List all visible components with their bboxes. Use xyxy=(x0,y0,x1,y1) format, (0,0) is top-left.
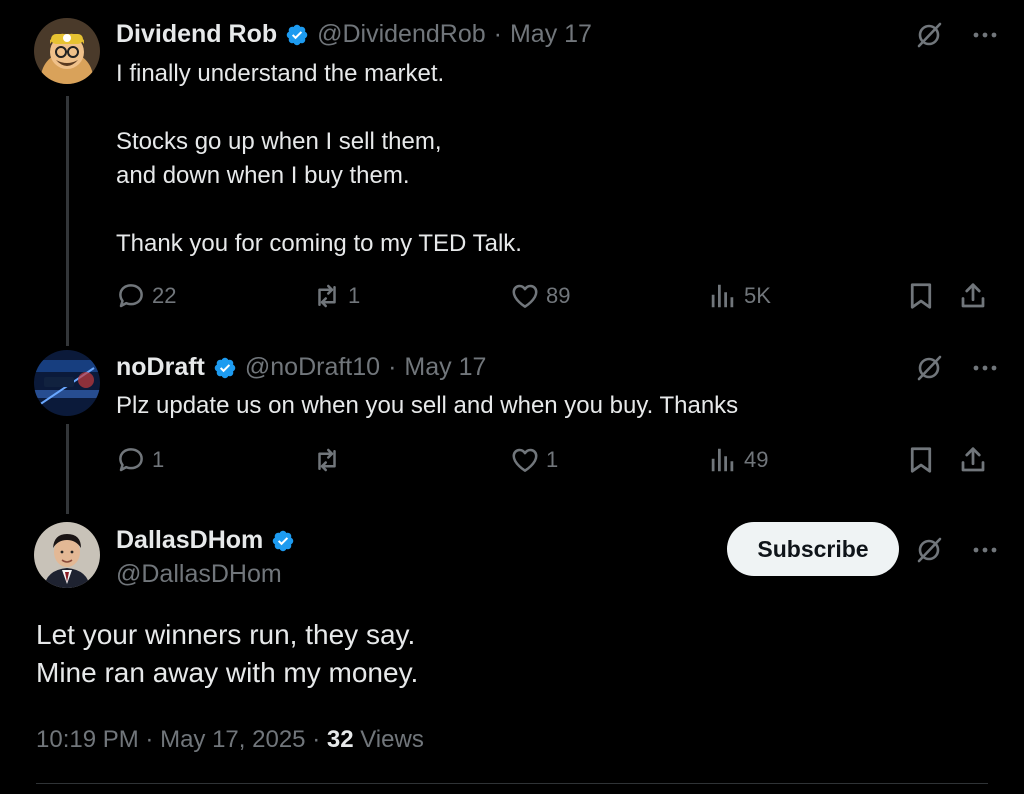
grok-icon[interactable] xyxy=(914,20,944,50)
like-icon xyxy=(510,281,540,311)
bookmark-icon xyxy=(906,281,936,311)
reply-count: 22 xyxy=(152,283,177,308)
bookmark-button[interactable] xyxy=(906,445,936,475)
subscribe-button[interactable]: Subscribe xyxy=(727,522,899,576)
repost-icon xyxy=(312,281,342,311)
separator: · xyxy=(312,726,321,753)
handle[interactable]: @DallasDHom xyxy=(116,560,282,589)
views-button[interactable]: 49 xyxy=(708,445,768,475)
text-line: Mine ran away with my money. xyxy=(36,657,419,688)
like-count: 1 xyxy=(546,447,559,472)
repost-icon xyxy=(312,445,342,475)
handle[interactable]: @DividendRob xyxy=(317,20,486,49)
thread-line xyxy=(66,424,69,514)
text-line xyxy=(116,91,522,125)
text-line: I finally understand the market. xyxy=(116,60,445,87)
tweet2-header: noDraft @noDraft10 · May 17 xyxy=(116,353,486,382)
main-corner-actions xyxy=(914,535,1000,565)
bookmark-button[interactable] xyxy=(906,281,936,311)
share-button[interactable] xyxy=(958,445,988,475)
share-icon xyxy=(958,445,988,475)
post-date[interactable]: May 17, 2025 xyxy=(160,726,305,753)
tweet2-text: Plz update us on when you sell and when … xyxy=(116,389,738,423)
tweet1-header: Dividend Rob @DividendRob · May 17 xyxy=(116,20,592,49)
reply-button[interactable]: 1 xyxy=(116,445,164,475)
avatar[interactable] xyxy=(34,522,100,588)
reply-button[interactable]: 22 xyxy=(116,281,176,311)
reply-icon xyxy=(116,281,146,311)
views-icon xyxy=(708,281,738,311)
main-tweet-text: Let your winners run, they say. Mine ran… xyxy=(36,616,418,692)
separator: · xyxy=(145,726,154,753)
share-icon xyxy=(958,281,988,311)
display-name[interactable]: Dividend Rob xyxy=(116,20,277,49)
repost-button[interactable]: 1 xyxy=(312,281,360,311)
text-line: and down when I buy them. xyxy=(116,162,410,189)
views-label[interactable]: Views xyxy=(360,726,424,753)
more-icon[interactable] xyxy=(970,535,1000,565)
grok-icon[interactable] xyxy=(914,535,944,565)
text-line: Plz update us on when you sell and when … xyxy=(116,392,739,419)
tweet2-actions: 1 1 49 xyxy=(116,445,988,475)
like-count: 89 xyxy=(546,283,571,308)
tweet1-text: I finally understand the market. Stocks … xyxy=(116,57,522,261)
avatar[interactable] xyxy=(34,18,100,84)
text-line: Thank you for coming to my TED Talk. xyxy=(116,230,522,257)
tweet1-actions: 22 1 89 5K xyxy=(116,281,988,311)
verified-badge-icon xyxy=(271,529,295,553)
like-icon xyxy=(510,445,540,475)
views-count[interactable]: 32 xyxy=(327,726,354,753)
divider xyxy=(36,783,988,784)
share-button[interactable] xyxy=(958,281,988,311)
grok-icon[interactable] xyxy=(914,353,944,383)
post-meta: 10:19 PM · May 17, 2025 · 32 Views xyxy=(36,726,424,754)
reply-count: 1 xyxy=(152,447,165,472)
tweet1-corner-actions xyxy=(914,20,1000,50)
views-count: 49 xyxy=(744,447,769,472)
post-time[interactable]: 10:19 PM xyxy=(36,726,139,753)
like-button[interactable]: 1 xyxy=(510,445,558,475)
display-name[interactable]: noDraft xyxy=(116,353,205,382)
views-icon xyxy=(708,445,738,475)
separator: · xyxy=(388,353,397,381)
reply-icon xyxy=(116,445,146,475)
post-date[interactable]: May 17 xyxy=(510,20,592,49)
display-name[interactable]: DallasDHom xyxy=(116,526,263,555)
thread-line xyxy=(66,96,69,346)
main-handle-row: @DallasDHom xyxy=(116,560,282,589)
handle[interactable]: @noDraft10 xyxy=(245,353,380,382)
views-button[interactable]: 5K xyxy=(708,281,771,311)
verified-badge-icon xyxy=(285,23,309,47)
post-date[interactable]: May 17 xyxy=(404,353,486,382)
repost-button[interactable] xyxy=(312,445,348,475)
more-icon[interactable] xyxy=(970,353,1000,383)
text-line: Let your winners run, they say. xyxy=(36,619,416,650)
separator: · xyxy=(493,20,502,48)
tweet2-corner-actions xyxy=(914,353,1000,383)
views-count: 5K xyxy=(744,283,771,308)
avatar[interactable] xyxy=(34,350,100,416)
verified-badge-icon xyxy=(213,356,237,380)
text-line xyxy=(116,193,522,227)
main-header: DallasDHom xyxy=(116,526,295,555)
text-line: Stocks go up when I sell them, xyxy=(116,128,442,155)
bookmark-icon xyxy=(906,445,936,475)
repost-count: 1 xyxy=(348,283,361,308)
more-icon[interactable] xyxy=(970,20,1000,50)
like-button[interactable]: 89 xyxy=(510,281,570,311)
